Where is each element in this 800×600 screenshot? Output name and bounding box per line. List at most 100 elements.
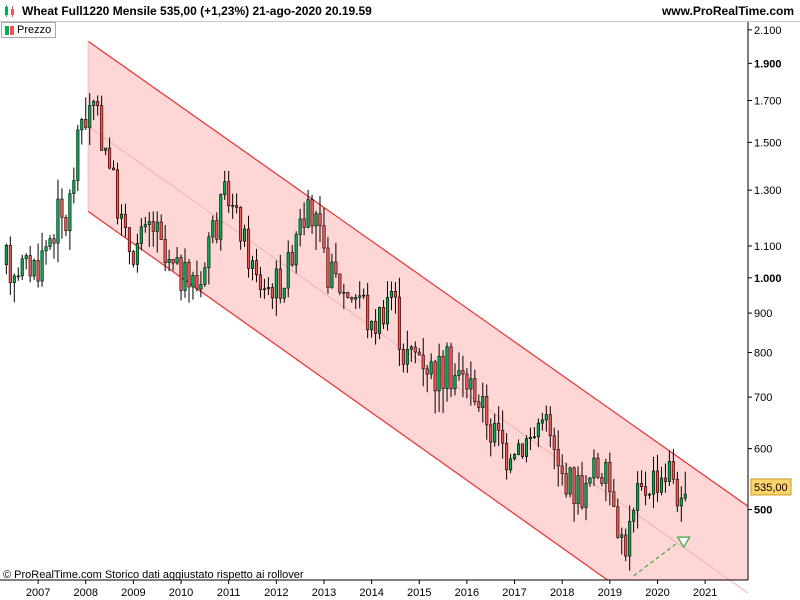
candle-body	[36, 260, 40, 282]
candle	[48, 235, 52, 250]
legend-prezzo[interactable]: Prezzo	[1, 22, 57, 38]
candle-body	[262, 288, 266, 291]
candle-body	[592, 457, 596, 479]
candle-body	[505, 442, 509, 471]
candle-body	[405, 349, 409, 365]
y-tick-label: 1.700	[754, 95, 782, 107]
candle-body	[385, 297, 390, 325]
candle-body	[445, 346, 449, 389]
candle-body	[564, 473, 568, 495]
candle-body	[624, 534, 628, 557]
candle-body	[671, 461, 675, 480]
candle-body	[477, 401, 481, 408]
candle	[449, 342, 453, 398]
candle-body	[187, 261, 191, 288]
candle-body	[580, 475, 584, 508]
candle-body	[282, 287, 286, 299]
candle-body	[151, 221, 155, 232]
candle-body	[92, 101, 96, 106]
candle-body	[290, 252, 294, 266]
candle-body	[600, 477, 604, 484]
candle-body	[64, 217, 68, 232]
candle-body	[163, 239, 167, 263]
candle-body	[421, 354, 425, 370]
candle-body	[663, 477, 667, 482]
candle-body	[310, 199, 314, 227]
candle-body	[115, 169, 120, 219]
candle	[346, 291, 350, 299]
candle-body	[632, 510, 636, 522]
candle-body	[20, 258, 24, 277]
candle-body	[250, 260, 255, 269]
candle-body	[576, 475, 580, 505]
candle	[520, 443, 525, 459]
x-tick-label: 2021	[693, 587, 717, 599]
x-tick-label: 2014	[359, 587, 383, 599]
candle	[24, 253, 28, 270]
y-tick-label: 900	[754, 308, 772, 320]
candle-body	[80, 118, 84, 131]
y-tick-label: 800	[754, 347, 772, 359]
candle-body	[72, 180, 76, 194]
candle-body	[473, 378, 477, 403]
candle-body	[608, 461, 612, 493]
candle-body	[457, 370, 461, 376]
candle-body	[40, 250, 44, 282]
candle-body	[425, 368, 429, 375]
candle-body	[413, 346, 417, 353]
candle-body	[48, 238, 52, 248]
candle-body	[520, 443, 525, 457]
candle-body	[167, 258, 171, 263]
candle-body	[139, 226, 143, 244]
candle	[338, 273, 342, 296]
candle-body	[4, 244, 8, 266]
candle-body	[644, 486, 648, 496]
candle-body	[123, 213, 127, 228]
candle-body	[108, 147, 112, 169]
candle-body	[215, 220, 219, 240]
candle-body	[524, 438, 528, 457]
last-price-label: 535,00	[754, 482, 788, 494]
x-tick-label: 2020	[645, 587, 669, 599]
candle-body	[223, 181, 227, 195]
candle	[20, 254, 24, 280]
x-tick-label: 2010	[169, 587, 193, 599]
x-tick-label: 2008	[74, 587, 98, 599]
candle-body	[143, 224, 147, 228]
candle	[72, 167, 76, 204]
y-tick-label: 1.100	[754, 241, 782, 253]
candle-body	[239, 207, 243, 242]
channel-midline	[87, 125, 749, 594]
candle-body	[588, 477, 592, 484]
x-tick-label: 2018	[550, 587, 574, 599]
candle-body	[342, 291, 346, 294]
candle-legend-icon	[5, 25, 14, 35]
candle-body	[318, 213, 322, 227]
candle-body	[528, 436, 532, 440]
candle-body	[501, 429, 505, 444]
candle	[84, 97, 88, 130]
candle	[191, 271, 195, 300]
candle-body	[247, 228, 251, 269]
x-tick-label: 2009	[121, 587, 145, 599]
candle-body	[231, 205, 235, 207]
candle-body	[322, 225, 326, 249]
candle-body	[640, 483, 644, 487]
candle-body	[568, 467, 572, 495]
candle-body	[449, 346, 453, 390]
candle-body	[548, 414, 552, 437]
candle-body	[326, 247, 330, 288]
candle-body	[465, 373, 469, 390]
candle-body	[354, 297, 358, 300]
candle-body	[44, 246, 48, 252]
price-chart[interactable]: 2.100 1.900 1.700 1.500 1.300 1.100 1.000 900 80…	[0, 0, 800, 600]
candle-body	[179, 257, 183, 291]
y-tick-label: 500	[754, 505, 772, 517]
candle-body	[314, 213, 318, 227]
candle-body	[195, 275, 199, 290]
candle-body	[417, 351, 421, 356]
candle	[40, 232, 44, 287]
candle	[64, 214, 68, 237]
candle-body	[409, 346, 413, 350]
x-tick-label: 2013	[312, 587, 336, 599]
